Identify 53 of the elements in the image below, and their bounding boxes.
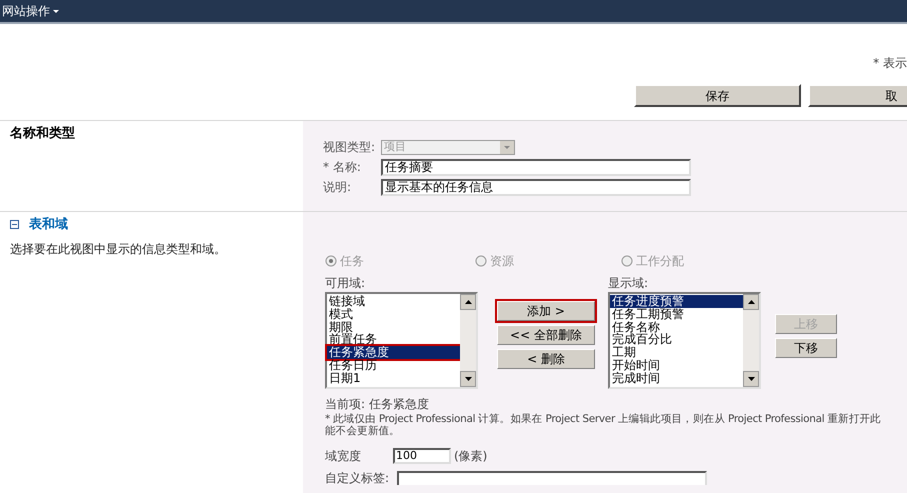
custom-label-field[interactable] <box>397 471 707 485</box>
list-option[interactable]: 完成百分比 <box>610 333 743 346</box>
section-description: 选择要在此视图中显示的信息类型和域。 <box>10 240 227 258</box>
list-option[interactable]: 任务紧急度 <box>327 346 460 359</box>
transfer-button[interactable]: << 全部删除 <box>497 325 595 345</box>
list-option[interactable]: 模式 <box>327 308 460 321</box>
section-title: 名称和类型 <box>10 126 75 141</box>
list-option[interactable]: 开始时间 <box>610 358 743 372</box>
collapse-icon[interactable] <box>10 220 19 230</box>
scroll-up-icon[interactable] <box>743 294 759 310</box>
list-option[interactable]: 任务进度预警 <box>610 295 743 308</box>
form-button[interactable]: 取 <box>808 84 907 107</box>
list-option[interactable]: 任务名称 <box>610 320 743 334</box>
list-label: 可用域: <box>325 275 366 292</box>
field-label: 域宽度 <box>325 448 362 465</box>
scroll-down-icon[interactable] <box>743 371 759 387</box>
list-option[interactable]: 任务工期预警 <box>610 308 743 321</box>
radio-label: 工作分配 <box>636 253 684 270</box>
list-option[interactable]: 工期 <box>610 346 743 359</box>
list-option[interactable]: 任务日历 <box>327 358 460 372</box>
caret-icon <box>53 10 59 12</box>
radio-label: 资源 <box>490 253 514 270</box>
list-option[interactable]: 期限 <box>327 320 460 334</box>
note-text: * 此域仅由 Project Professional 计算。如果在 Project Server 上编辑此项目，则在从 Project Professional 重新打开此 <box>325 413 882 425</box>
radio-label: 任务 <box>340 253 364 270</box>
required-note: * 表示 <box>873 55 907 72</box>
scrollbar[interactable] <box>460 294 476 387</box>
list-option[interactable]: 链接域 <box>327 295 460 308</box>
move-button[interactable]: 下移 <box>775 338 837 358</box>
form-button[interactable]: 保存 <box>634 84 801 107</box>
field-label: * 名称: <box>323 159 362 176</box>
note-text: 能不会更新值。 <box>325 425 401 437</box>
list-label: 显示域: <box>608 275 650 292</box>
list-option[interactable]: 前置任务 <box>327 333 460 346</box>
width-field[interactable]: 100 <box>393 448 451 464</box>
list-option[interactable]: 日期1 <box>327 372 460 385</box>
unit-label: (像素) <box>454 448 488 465</box>
site-actions-menu[interactable]: 网站操作 <box>2 2 59 20</box>
scrollbar[interactable] <box>743 294 759 387</box>
list-option[interactable]: 完成时间 <box>610 372 743 385</box>
scroll-down-icon[interactable] <box>460 371 476 387</box>
field-label: 自定义标签: <box>325 470 390 487</box>
current-item: 当前项: 任务紧急度 <box>325 396 430 413</box>
section-title: 表和域 <box>29 216 68 234</box>
scroll-up-icon[interactable] <box>460 294 476 310</box>
transfer-button[interactable]: 添加 > <box>497 301 595 321</box>
displayed-fields-list[interactable]: 任务进度预警 任务工期预警 任务名称 完成百分比 工期 开始时间 完成时间 <box>608 292 761 389</box>
available-fields-list[interactable]: 链接域 模式 期限 前置任务 任务紧急度 任务日历 日期1 <box>325 292 478 389</box>
field-label: 说明: <box>323 179 352 196</box>
field-label: 视图类型: <box>323 139 376 156</box>
text-field[interactable]: 任务摘要 <box>381 158 691 176</box>
text-field[interactable]: 显示基本的任务信息 <box>381 178 691 196</box>
transfer-button[interactable]: < 删除 <box>497 349 595 369</box>
